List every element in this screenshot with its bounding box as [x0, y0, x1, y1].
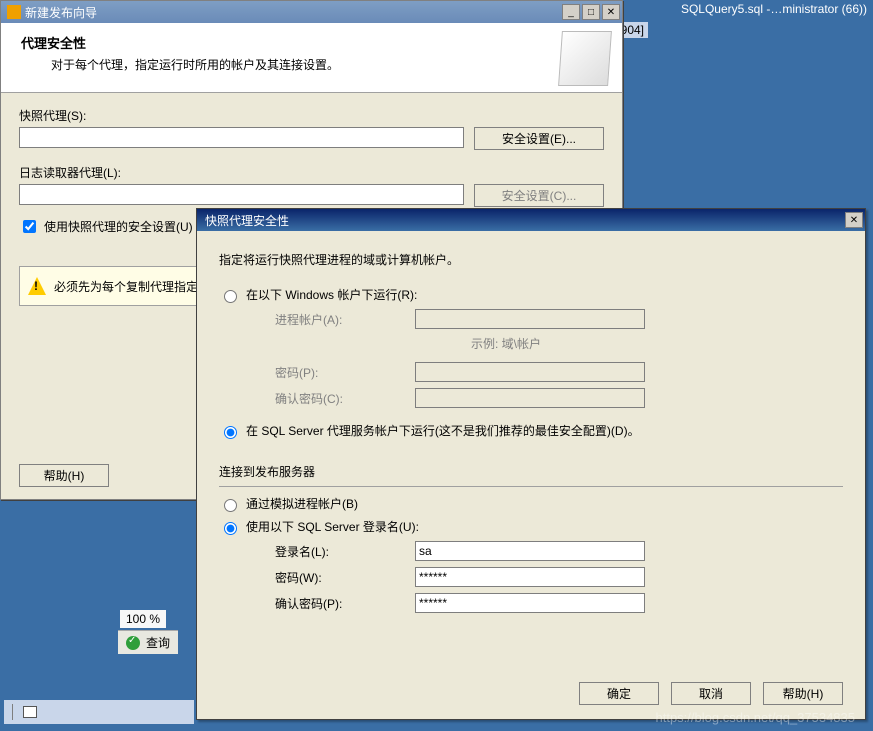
dialog-intro: 指定将运行快照代理进程的域或计算机帐户。 [219, 251, 843, 268]
maximize-button[interactable]: □ [582, 4, 600, 20]
snapshot-agent-input[interactable] [19, 127, 464, 148]
editor-tab: SQLQuery5.sql -…ministrator (66)) [681, 2, 867, 16]
impersonate-radio[interactable] [224, 499, 237, 512]
toolbar-strip [4, 700, 194, 724]
close-button[interactable]: ✕ [602, 4, 620, 20]
minimize-button[interactable]: _ [562, 4, 580, 20]
dialog-help-button[interactable]: 帮助(H) [763, 682, 843, 705]
use-snapshot-security-label: 使用快照代理的安全设置(U) [44, 218, 193, 235]
password-p-label: 密码(P): [275, 364, 415, 381]
warning-icon [28, 277, 46, 295]
confirm-password-p-label: 确认密码(P): [275, 595, 415, 612]
wizard-icon [7, 5, 21, 19]
confirm-password-p-input[interactable] [415, 593, 645, 613]
password-w-label: 密码(W): [275, 569, 415, 586]
login-input[interactable] [415, 541, 645, 561]
process-account-input [415, 309, 645, 329]
security-settings-c-button: 安全设置(C)... [474, 184, 604, 207]
use-sql-login-radio[interactable] [224, 522, 237, 535]
confirm-password-c-label: 确认密码(C): [275, 390, 415, 407]
cancel-button[interactable]: 取消 [671, 682, 751, 705]
status-text: 查询 [146, 634, 170, 651]
divider [219, 486, 843, 487]
log-reader-agent-label: 日志读取器代理(L): [19, 164, 604, 181]
success-icon [126, 636, 140, 650]
confirm-password-c-input [415, 388, 645, 408]
snapshot-agent-security-dialog: 快照代理安全性 ✕ 指定将运行快照代理进程的域或计算机帐户。 在以下 Windo… [196, 208, 866, 720]
dialog-titlebar[interactable]: 快照代理安全性 ✕ [197, 209, 865, 231]
impersonate-label: 通过模拟进程帐户(B) [246, 495, 358, 512]
dialog-title: 快照代理安全性 [199, 212, 845, 229]
wizard-titlebar[interactable]: 新建发布向导 _ □ ✕ [1, 1, 622, 23]
snapshot-agent-label: 快照代理(S): [19, 107, 604, 124]
login-label: 登录名(L): [275, 543, 415, 560]
run-sql-agent-radio[interactable] [224, 426, 237, 439]
dialog-close-button[interactable]: ✕ [845, 212, 863, 228]
help-button[interactable]: 帮助(H) [19, 464, 109, 487]
run-windows-label: 在以下 Windows 帐户下运行(R): [246, 286, 417, 303]
use-sql-login-label: 使用以下 SQL Server 登录名(U): [246, 518, 419, 535]
status-bar: 查询 [118, 630, 178, 654]
run-windows-radio[interactable] [224, 290, 237, 303]
process-account-label: 进程帐户(A): [275, 311, 415, 328]
header-graphic [558, 31, 612, 86]
password-w-input[interactable] [415, 567, 645, 587]
wizard-header: 代理安全性 对于每个代理，指定运行时所用的帐户及其连接设置。 [1, 23, 622, 93]
wizard-heading: 代理安全性 [21, 33, 602, 52]
wizard-subheading: 对于每个代理，指定运行时所用的帐户及其连接设置。 [51, 56, 602, 73]
warning-text: 必须先为每个复制代理指定 [54, 278, 198, 295]
toolbar-icon[interactable] [23, 706, 37, 718]
wizard-title: 新建发布向导 [25, 4, 562, 21]
use-snapshot-security-checkbox[interactable] [23, 220, 36, 233]
password-p-input [415, 362, 645, 382]
log-reader-agent-input[interactable] [19, 184, 464, 205]
separator [12, 704, 13, 720]
zoom-level[interactable]: 100 % [120, 610, 166, 628]
run-sql-agent-label: 在 SQL Server 代理服务帐户下运行(这不是我们推荐的最佳安全配置)(D… [246, 422, 640, 439]
ok-button[interactable]: 确定 [579, 682, 659, 705]
connect-publisher-heading: 连接到发布服务器 [219, 463, 843, 480]
security-settings-e-button[interactable]: 安全设置(E)... [474, 127, 604, 150]
example-text: 示例: 域\帐户 [471, 335, 843, 352]
